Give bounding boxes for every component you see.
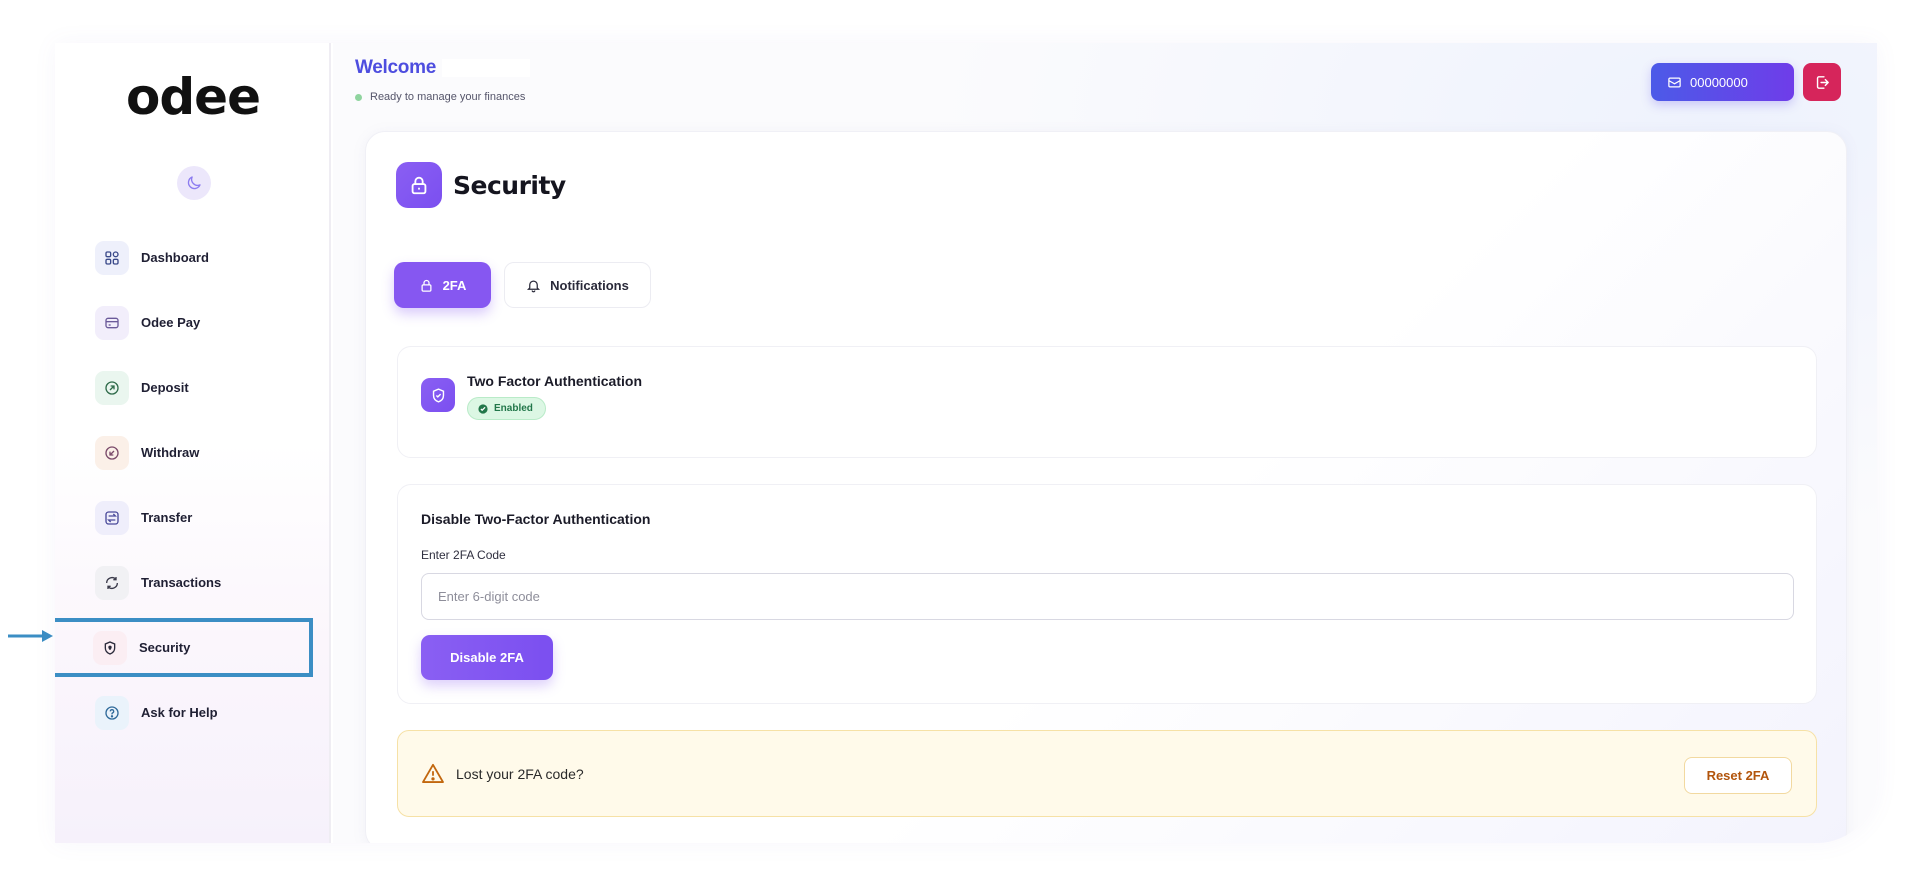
help-icon — [95, 695, 129, 730]
tab-2fa[interactable]: 2FA — [394, 262, 491, 308]
sidebar-item-dashboard[interactable]: Dashboard — [95, 225, 309, 290]
code-label: Enter 2FA Code — [421, 548, 506, 562]
disable-2fa-title: Disable Two-Factor Authentication — [421, 511, 651, 527]
grid-icon — [95, 240, 129, 275]
disable-2fa-panel: Disable Two-Factor Authentication Enter … — [397, 484, 1817, 704]
app-window: odee Dashboard Odee Pay Deposit Withdraw… — [55, 43, 1877, 843]
sidebar-item-deposit[interactable]: Deposit — [95, 355, 309, 420]
deposit-icon — [95, 370, 129, 405]
wallet-icon — [95, 305, 129, 340]
tab-notifications[interactable]: Notifications — [504, 262, 651, 308]
bell-icon — [526, 278, 541, 293]
logo[interactable]: odee — [125, 69, 261, 133]
sidebar-item-label: Withdraw — [141, 445, 200, 460]
sidebar-item-transfer[interactable]: Transfer — [95, 485, 309, 550]
logout-button[interactable] — [1803, 63, 1841, 101]
lock-icon — [396, 162, 442, 208]
page-title: Security — [453, 170, 566, 200]
logout-icon — [1816, 75, 1829, 89]
wallet-button[interactable]: 00000000 — [1651, 63, 1794, 101]
shield-icon — [93, 630, 127, 665]
theme-toggle-button[interactable] — [177, 166, 211, 200]
lost-code-text: Lost your 2FA code? — [456, 766, 584, 782]
sidebar-item-security[interactable]: Security — [55, 618, 313, 677]
wallet-number: 00000000 — [1690, 74, 1748, 90]
moon-icon — [187, 176, 201, 190]
sidebar-item-odee-pay[interactable]: Odee Pay — [95, 290, 309, 355]
sidebar-item-label: Security — [139, 640, 191, 655]
sidebar-item-label: Deposit — [141, 380, 189, 395]
security-tabs: 2FA Notifications — [394, 262, 651, 308]
warning-icon — [422, 763, 444, 783]
twofa-code-input[interactable] — [421, 573, 1794, 620]
status-badge: Enabled — [467, 397, 546, 420]
sidebar-item-label: Transactions — [141, 575, 222, 590]
security-header: Security — [396, 162, 566, 208]
sidebar-item-label: Dashboard — [141, 250, 209, 265]
reset-2fa-button[interactable]: Reset 2FA — [1684, 757, 1792, 794]
security-card: Security 2FA Notifications Two Factor Au… — [365, 131, 1847, 843]
sidebar-item-ask-for-help[interactable]: Ask for Help — [95, 680, 309, 745]
refresh-icon — [95, 565, 129, 600]
wallet-card-icon — [1667, 75, 1682, 90]
lost-code-banner: Lost your 2FA code? Reset 2FA — [397, 730, 1817, 817]
check-circle-icon — [478, 403, 488, 414]
sidebar-item-transactions[interactable]: Transactions — [95, 550, 309, 615]
pointer-arrow-icon — [8, 630, 53, 642]
withdraw-icon — [95, 435, 129, 470]
transfer-icon — [95, 500, 129, 535]
logo-text: odee — [126, 68, 261, 126]
status-dot — [355, 93, 362, 101]
sidebar-nav: Dashboard Odee Pay Deposit Withdraw Tran… — [55, 225, 313, 745]
sidebar: odee Dashboard Odee Pay Deposit Withdraw… — [55, 43, 331, 843]
twofa-title: Two Factor Authentication — [467, 373, 642, 389]
lock-icon — [419, 278, 434, 293]
status-badge-text: Enabled — [494, 403, 533, 414]
shield-check-icon — [421, 378, 455, 412]
main-content: Welcome Ready to manage your finances 00… — [333, 43, 1877, 843]
status-line: Ready to manage your finances — [355, 91, 525, 103]
sidebar-item-label: Transfer — [141, 510, 193, 525]
disable-2fa-button[interactable]: Disable 2FA — [421, 635, 553, 680]
user-name-redacted — [441, 58, 530, 77]
sidebar-item-withdraw[interactable]: Withdraw — [95, 420, 309, 485]
welcome-text: Welcome — [355, 57, 436, 78]
welcome-heading: Welcome — [355, 57, 530, 79]
sidebar-item-label: Ask for Help — [141, 705, 218, 720]
tab-label: Notifications — [550, 277, 629, 293]
twofa-status-panel: Two Factor Authentication Enabled — [397, 346, 1817, 458]
tab-label: 2FA — [442, 277, 467, 293]
sidebar-item-label: Odee Pay — [141, 315, 201, 330]
status-text: Ready to manage your finances — [370, 91, 526, 103]
